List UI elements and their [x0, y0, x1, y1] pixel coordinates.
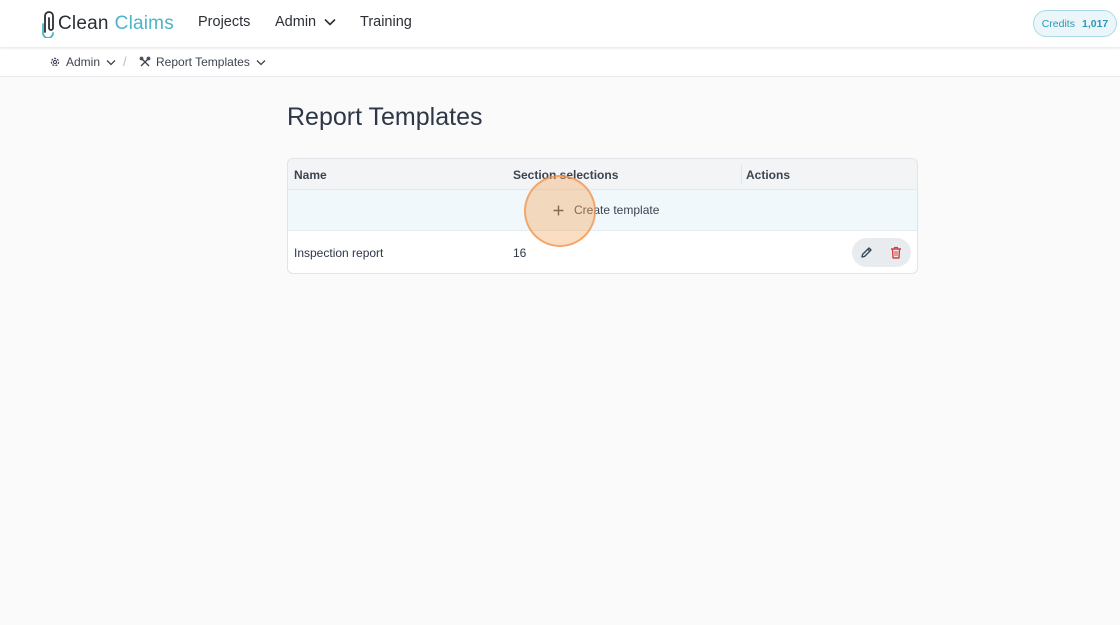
chevron-down-icon — [106, 59, 116, 66]
row-section-count: 16 — [513, 246, 527, 260]
create-template-label: Create template — [574, 203, 660, 217]
breadcrumb-admin-label: Admin — [66, 55, 101, 69]
nav-admin-label: Admin — [275, 14, 317, 30]
column-divider — [741, 165, 742, 184]
app-logo[interactable]: Clean Claims — [41, 9, 174, 39]
pencil-icon — [861, 247, 872, 258]
row-name: Inspection report — [294, 246, 384, 260]
create-template-button[interactable]: Create template — [288, 190, 917, 231]
tools-icon — [139, 56, 151, 68]
breadcrumb: Admin / Report Templates — [0, 47, 1120, 77]
table-row[interactable]: Inspection report 16 — [288, 231, 917, 273]
gear-icon — [49, 56, 61, 68]
nav-admin[interactable]: Admin — [275, 14, 336, 30]
credits-label: Credits — [1041, 17, 1075, 30]
logo-text-clean: Clean — [58, 13, 109, 34]
breadcrumb-admin[interactable]: Admin — [49, 55, 116, 69]
column-header-actions: Actions — [746, 168, 791, 182]
nav-training[interactable]: Training — [360, 14, 412, 30]
table-header: Name Section selections Actions — [288, 159, 917, 190]
chevron-down-icon — [324, 18, 336, 26]
chevron-down-icon — [256, 59, 266, 66]
nav-projects[interactable]: Projects — [198, 14, 250, 30]
breadcrumb-report-templates[interactable]: Report Templates — [139, 55, 266, 69]
credits-value: 1,017 — [1081, 17, 1109, 30]
trash-icon — [890, 246, 901, 259]
column-header-name: Name — [294, 168, 327, 182]
breadcrumb-report-templates-label: Report Templates — [156, 55, 250, 69]
templates-table: Name Section selections Actions Create t… — [287, 158, 918, 274]
row-actions — [852, 238, 911, 267]
top-navbar: Clean Claims Projects Admin Training Cred… — [0, 0, 1120, 47]
credits-badge[interactable]: Credits 1,017 — [1033, 10, 1117, 37]
delete-button[interactable] — [881, 238, 910, 267]
logo-text-claims: Claims — [114, 13, 174, 34]
plus-icon — [553, 205, 564, 216]
paperclip-logo-icon — [42, 11, 54, 38]
breadcrumb-separator: / — [123, 54, 127, 69]
page-title: Report Templates — [287, 103, 483, 131]
column-header-section-selections: Section selections — [513, 168, 619, 182]
edit-button[interactable] — [852, 238, 881, 267]
nav-projects-label: Projects — [198, 14, 251, 30]
nav-training-label: Training — [360, 14, 412, 30]
